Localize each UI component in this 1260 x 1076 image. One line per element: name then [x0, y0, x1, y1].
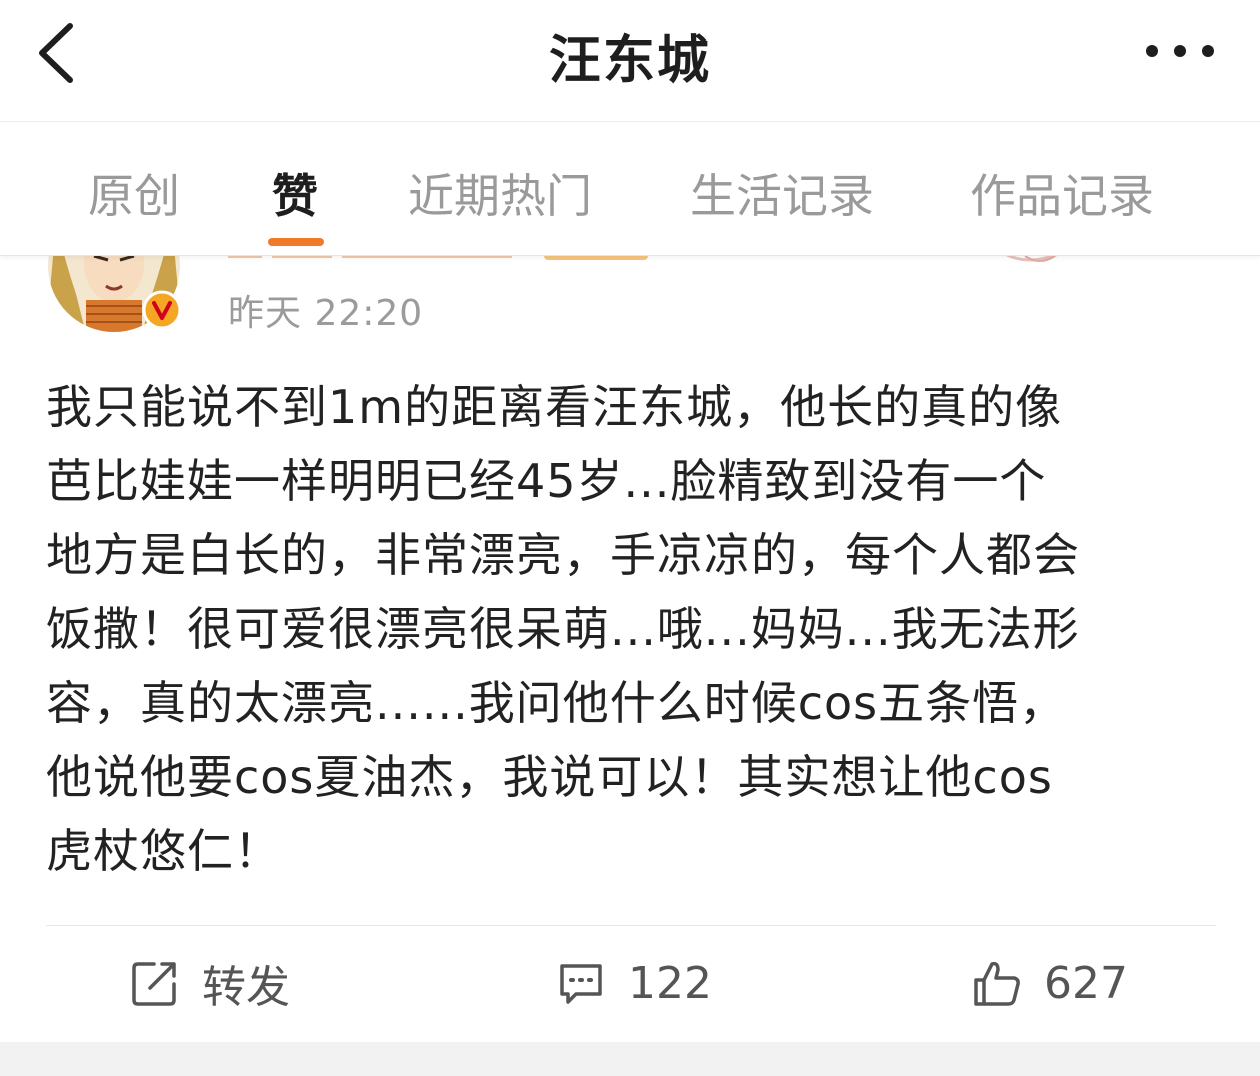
- post-timestamp: 昨天 22:20: [228, 293, 424, 334]
- post-text-line: 我只能说不到1m的距离看汪东城，他长的真的像: [46, 380, 1063, 434]
- comment-button[interactable]: 122: [556, 952, 712, 1014]
- thumbs-up-icon: [974, 961, 1020, 1006]
- like-count: 627: [1044, 957, 1128, 1009]
- tab-works-record[interactable]: 作品记录: [970, 160, 1154, 226]
- divider: [46, 925, 1216, 926]
- tab-life-record[interactable]: 生活记录: [690, 160, 874, 226]
- post-text-line: 他说他要cos夏油杰，我说可以！其实想让他cos: [46, 750, 1053, 804]
- comment-icon: [560, 964, 602, 1004]
- tab-original[interactable]: 原创: [88, 160, 180, 226]
- page-title: 汪东城: [548, 31, 711, 91]
- more-horizontal-icon: [1146, 45, 1214, 57]
- repost-button[interactable]: 转发: [130, 952, 290, 1014]
- more-options-button[interactable]: [1140, 36, 1220, 66]
- repost-label: 转发: [202, 962, 290, 1013]
- feed-separator: [0, 1042, 1260, 1076]
- post-text-line: 地方是白长的，非常漂亮，手凉凉的，每个人都会: [46, 528, 1080, 582]
- top-navigation-bar: 汪东城: [0, 0, 1260, 122]
- active-tab-indicator: [268, 238, 324, 246]
- verified-badge-icon: [142, 290, 182, 330]
- post-text-line: 虎杖悠仁！: [46, 824, 281, 878]
- tab-recent-hot[interactable]: 近期热门: [408, 160, 592, 226]
- like-button[interactable]: 627: [972, 952, 1128, 1014]
- post-text-line: 饭撒！很可爱很漂亮很呆萌...哦...妈妈...我无法形: [46, 602, 1080, 656]
- profile-tabs: 原创 赞 近期热门 生活记录 作品记录: [0, 122, 1260, 256]
- post-text-line: 容，真的太漂亮......我问他什么时候cos五条悟，: [46, 676, 1067, 730]
- comment-count: 122: [628, 957, 712, 1009]
- post-text-line: 芭比娃娃一样明明已经45岁...脸精致到没有一个: [46, 454, 1047, 508]
- post-text: 我只能说不到1m的距离看汪东城，他长的真的像 芭比娃娃一样明明已经45岁...脸…: [46, 370, 1226, 888]
- tab-likes[interactable]: 赞: [272, 160, 318, 226]
- share-icon: [132, 962, 176, 1006]
- post-action-bar: 转发 122 627: [0, 930, 1260, 1040]
